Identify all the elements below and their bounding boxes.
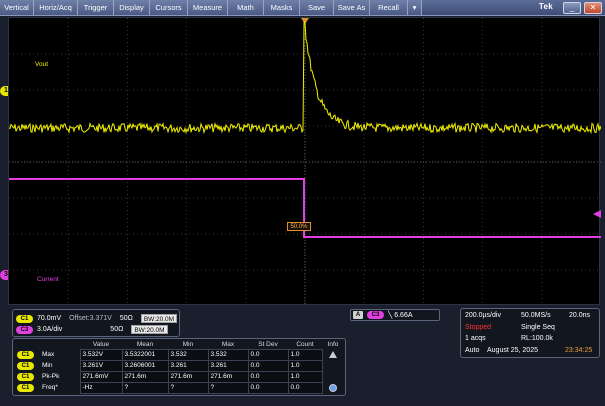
meas-value: 271.6mV <box>79 370 123 383</box>
header-count: Count <box>296 340 314 348</box>
menu-math[interactable]: Math <box>228 0 264 15</box>
ch1-settings[interactable]: C1 70.0mV Offset:3.371V 50Ω BW:20.0M <box>16 313 178 324</box>
menu-cursors[interactable]: Cursors <box>150 0 188 15</box>
timebase: 200.0µs/div <box>465 312 501 319</box>
acq-count: 1 acqs <box>465 335 486 342</box>
minimize-button[interactable]: _ <box>563 2 581 14</box>
sample-rate: 50.0MS/s <box>521 312 551 319</box>
meas-value: 3.261V <box>79 359 123 372</box>
ch3-impedance: 50Ω <box>110 326 124 333</box>
acq-mode: Single Seq <box>521 324 555 331</box>
resolution: 20.0ns <box>569 312 591 319</box>
vout-label: Vout <box>35 61 49 68</box>
menu-bar: Vertical Horiz/Acq Trigger Display Curso… <box>0 0 605 16</box>
meas-count: 1.0 <box>287 359 323 372</box>
record-length: RL:100.0k <box>521 335 553 342</box>
ch1-scale: 70.0mV <box>37 315 62 322</box>
meas-stdev: 0.0 <box>247 348 289 361</box>
meas-stdev: 0.0 <box>247 370 289 383</box>
falling-edge-icon: ╲ <box>388 312 393 319</box>
meas-name: Pk-Pk <box>42 373 60 380</box>
ch3-settings[interactable]: C3 3.0A/div 50Ω BW:20.0M <box>16 324 168 335</box>
info-circle-icon[interactable] <box>329 383 338 392</box>
graticule <box>9 18 601 306</box>
acq-date: August 25, 2025 <box>487 347 538 354</box>
menu-save[interactable]: Save <box>300 0 334 15</box>
brand-logo: Tek <box>538 2 553 11</box>
meas-min: ? <box>167 381 209 394</box>
ch1-impedance: 50Ω <box>119 315 133 322</box>
meas-min: 3.261 <box>167 359 209 372</box>
ch1-bw-limit: BW:20.0M <box>140 314 178 323</box>
header-min: Min <box>182 340 194 348</box>
trigger-position-readout: 50.0% <box>287 222 311 231</box>
ch3-bw-limit: BW:20.0M <box>131 325 168 334</box>
trigger-channel-badge: C3 <box>367 311 384 319</box>
measurement-row-max[interactable]: C1 Max 3.532V 3.5322001 3.532 3.532 0.0 … <box>15 348 344 361</box>
ch1-offset: Offset:3.371V <box>69 315 112 322</box>
meas-badge: C1 <box>17 350 34 359</box>
current-label: Current <box>37 276 59 283</box>
ch3-badge: C3 <box>16 325 33 334</box>
meas-name: Freq* <box>42 384 58 391</box>
trigger-level: 6.66A <box>394 311 413 319</box>
meas-badge: C1 <box>17 361 34 370</box>
meas-mean: ? <box>121 381 169 394</box>
header-max: Max <box>221 340 235 348</box>
meas-badge: C1 <box>17 383 34 392</box>
meas-mean: 3.2606001 <box>121 359 169 372</box>
waveform-display[interactable]: Vout Current 50.0% <box>8 17 601 306</box>
menu-vertical[interactable]: Vertical <box>0 0 34 15</box>
menu-trigger[interactable]: Trigger <box>78 0 114 15</box>
meas-max: ? <box>207 381 249 394</box>
header-value: Value <box>92 340 110 348</box>
meas-min: 271.6m <box>167 370 209 383</box>
meas-max: 3.261 <box>207 359 249 372</box>
acq-state: Stopped <box>465 324 492 331</box>
trigger-level-marker <box>593 210 601 218</box>
meas-mean: 3.5322001 <box>121 348 169 361</box>
header-mean: Mean <box>136 340 154 348</box>
menu-measure[interactable]: Measure <box>188 0 228 15</box>
meas-min: 3.532 <box>167 348 209 361</box>
header-info: Info <box>327 341 339 348</box>
meas-mean: 271.6m <box>121 370 169 383</box>
menu-recall[interactable]: Recall <box>370 0 408 15</box>
trigger-mode: Auto <box>465 347 480 354</box>
meas-value: -Hz <box>79 381 123 394</box>
meas-count: 1.0 <box>287 348 323 361</box>
menu-save-as[interactable]: Save As <box>334 0 370 15</box>
meas-stdev: 0.0 <box>247 359 289 372</box>
meas-max: 271.6m <box>207 370 249 383</box>
meas-count: 1.0 <box>287 370 323 383</box>
meas-badge: C1 <box>17 372 34 381</box>
meas-value: 3.532V <box>79 348 123 361</box>
meas-count: 0.0 <box>287 381 323 394</box>
channel-settings-panel: C1 70.0mV Offset:3.371V 50Ω BW:20.0M C3 … <box>12 309 180 337</box>
info-triangle-icon[interactable] <box>329 351 338 358</box>
measurement-row-min[interactable]: C1 Min 3.261V 3.2606001 3.261 3.261 0.0 … <box>15 359 344 372</box>
meas-name: Max <box>42 351 55 358</box>
measurement-header-row: Value Mean Min Max St Dev Count Info <box>15 340 344 349</box>
menu-display[interactable]: Display <box>114 0 150 15</box>
meas-name: Min <box>42 362 53 369</box>
acq-time: 23:34:25 <box>565 347 593 354</box>
trigger-readout[interactable]: A C3 ╲ 6.66A <box>350 309 440 321</box>
ch3-scale: 3.0A/div <box>37 326 63 333</box>
trigger-source-badge: A <box>353 311 363 319</box>
measurement-row-freq[interactable]: C1 Freq* -Hz ? ? ? 0.0 0.0 <box>15 381 344 394</box>
measurement-row-pkpk[interactable]: C1 Pk-Pk 271.6mV 271.6m 271.6m 271.6m 0.… <box>15 370 344 383</box>
menu-horiz-acq[interactable]: Horiz/Acq <box>34 0 78 15</box>
meas-max: 3.532 <box>207 348 249 361</box>
header-stdev: St Dev <box>258 340 278 348</box>
menu-masks[interactable]: Masks <box>264 0 300 15</box>
close-button[interactable]: ✕ <box>584 2 602 14</box>
ch1-badge: C1 <box>16 314 33 323</box>
bottom-panel: C1 70.0mV Offset:3.371V 50Ω BW:20.0M C3 … <box>0 306 605 406</box>
acquisition-panel[interactable]: 200.0µs/div 50.0MS/s 20.0ns Stopped Sing… <box>460 308 600 358</box>
menu-more-dropdown[interactable]: ▾ <box>408 0 422 15</box>
meas-stdev: 0.0 <box>247 381 289 394</box>
measurement-table: Value Mean Min Max St Dev Count Info C1 … <box>12 338 346 396</box>
